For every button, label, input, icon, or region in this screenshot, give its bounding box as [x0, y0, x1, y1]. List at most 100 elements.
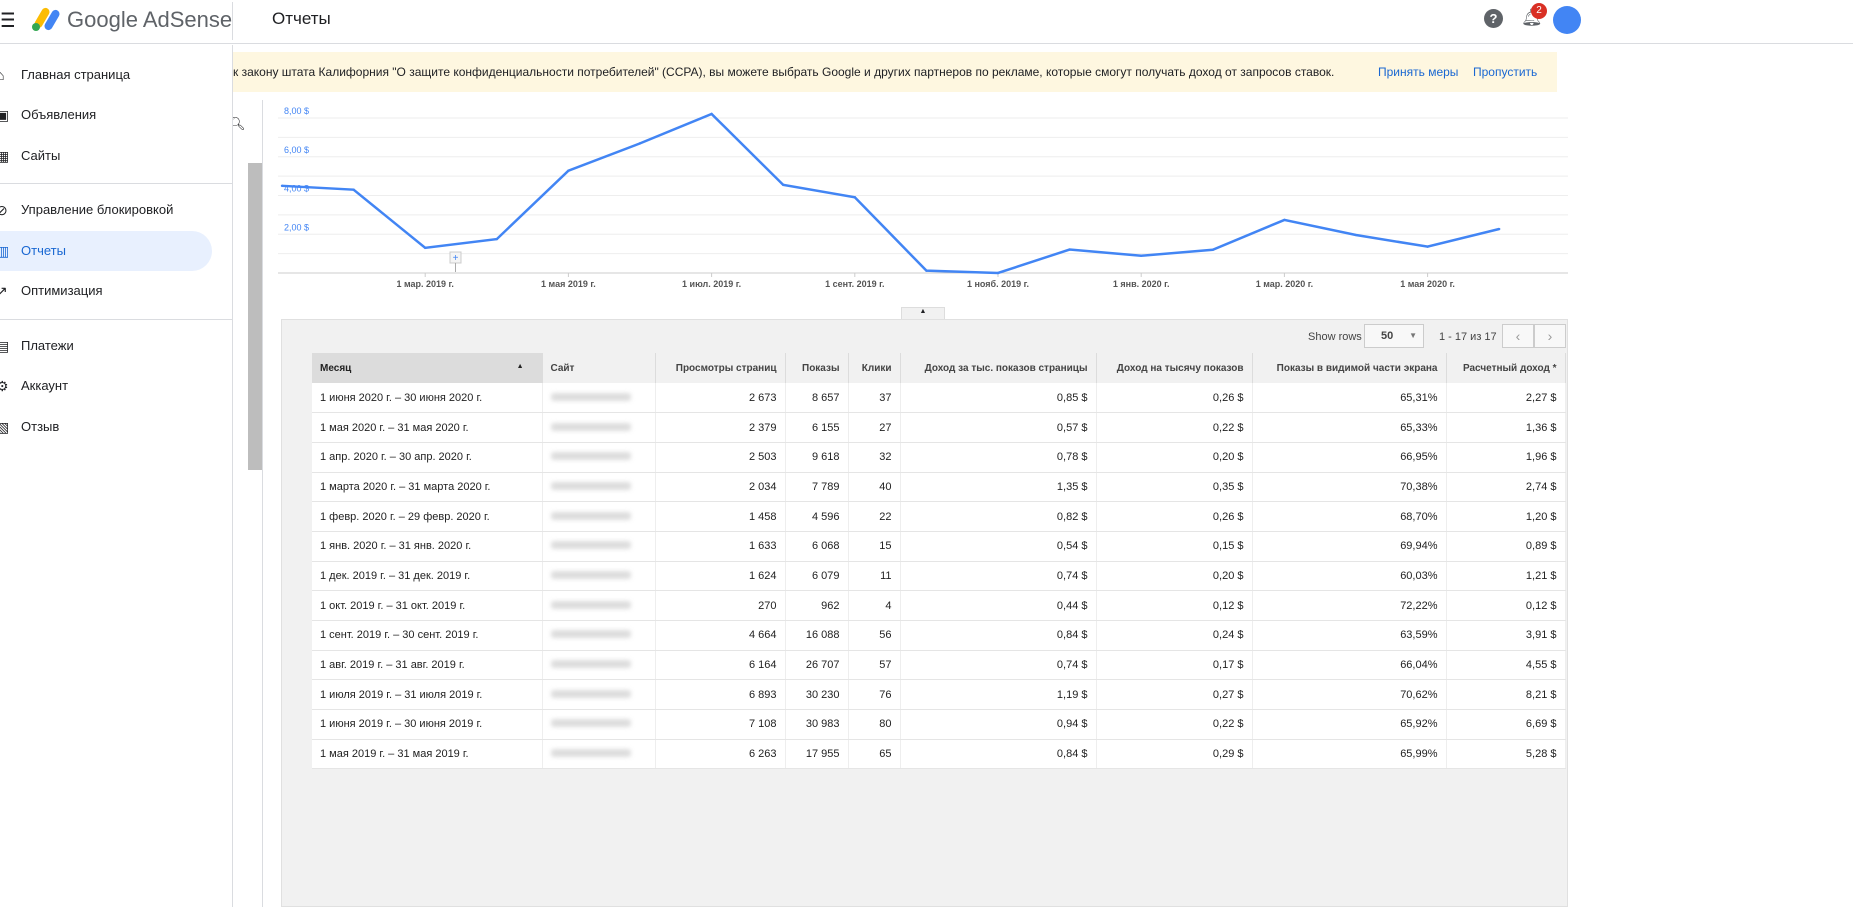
- table-cell: 0,85 $: [900, 383, 1097, 414]
- column-header[interactable]: Доход за тыс. показов страницы: [900, 353, 1097, 383]
- table-cell: 30 983: [785, 709, 849, 740]
- data-point: [1211, 248, 1214, 251]
- page-title: Отчеты: [272, 9, 331, 28]
- sidebar-item-ads[interactable]: ▣ Объявления: [0, 95, 212, 135]
- table-row: 1 февр. 2020 г. – 29 февр. 2020 г. 1 458 4…: [312, 501, 1566, 532]
- show-rows-label: Show rows: [1308, 331, 1362, 343]
- table-cell: 16 088: [785, 620, 849, 651]
- table-cell: 1,36 $: [1446, 412, 1566, 443]
- x-tick-label: 1 нояб. 2019 г.: [967, 279, 1029, 289]
- table-cell: 4 664: [655, 620, 786, 651]
- table-cell: 17 955: [785, 739, 849, 770]
- table-cell: 65: [848, 739, 901, 770]
- table-row: 1 июня 2020 г. – 30 июня 2020 г. 2 673 8 6…: [312, 383, 1566, 414]
- column-header[interactable]: Просмотры страниц: [655, 353, 786, 383]
- table-cell: 6 893: [655, 679, 786, 711]
- site-cell-blurred: [542, 561, 656, 592]
- sidebar-item-account[interactable]: ⚙ Аккаунт: [0, 366, 212, 406]
- data-point: [996, 271, 1000, 275]
- table-cell: 72,22%: [1252, 590, 1447, 621]
- sidebar-item-optimization[interactable]: ↗ Оптимизация: [0, 271, 212, 311]
- data-point: [1140, 254, 1143, 257]
- table-cell: 0,82 $: [900, 501, 1097, 532]
- table-cell: 0,54 $: [900, 531, 1097, 562]
- table-cell: 1 дек. 2019 г. – 31 дек. 2019 г.: [312, 561, 543, 592]
- sidebar-item-payments[interactable]: ▤ Платежи: [0, 326, 212, 366]
- table-cell: 0,22 $: [1096, 709, 1253, 740]
- revenue-line-chart: 2,00 $4,00 $6,00 $8,00 $1 мар. 2019 г. 1 …: [278, 106, 1568, 289]
- table-row: 1 окт. 2019 г. – 31 окт. 2019 г. 270 962 4 0…: [312, 590, 1566, 621]
- y-tick-label: 6,00 $: [284, 145, 309, 155]
- y-tick-label: 8,00 $: [284, 106, 309, 116]
- sidebar-item-reports[interactable]: ▥ Отчеты: [0, 231, 212, 271]
- column-header[interactable]: Клики: [848, 353, 901, 383]
- table-cell: 8,21 $: [1446, 679, 1566, 711]
- avatar[interactable]: [1553, 6, 1581, 34]
- table-cell: 68,70%: [1252, 501, 1447, 532]
- brand-name: Google AdSense: [67, 7, 233, 32]
- table-cell: 7 789: [785, 472, 849, 503]
- y-tick-label: 2,00 $: [284, 222, 309, 232]
- table-cell: 2,27 $: [1446, 383, 1566, 414]
- site-cell-blurred: [542, 472, 656, 503]
- collapse-chart-button[interactable]: ▲: [901, 307, 945, 319]
- next-page-button[interactable]: ›: [1534, 324, 1566, 348]
- table-cell: 0,27 $: [1096, 679, 1253, 711]
- data-point: [925, 269, 928, 272]
- site-cell-blurred: [542, 590, 656, 621]
- table-cell: 1 марта 2020 г. – 31 марта 2020 г.: [312, 472, 543, 503]
- column-header[interactable]: Расчетный доход *: [1446, 353, 1566, 383]
- scrollbar[interactable]: [248, 163, 262, 470]
- table-cell: 65,99%: [1252, 739, 1447, 770]
- divider: [232, 2, 233, 40]
- table-cell: 2 503: [655, 442, 786, 473]
- site-cell-blurred: [542, 739, 656, 770]
- table-cell: 0,26 $: [1096, 383, 1253, 414]
- sidebar: ⌂ Главная страница ▣ Объявления ▦ Сайты ⊘ Уп…: [0, 45, 233, 907]
- column-header[interactable]: Показы: [785, 353, 849, 383]
- table-cell: 1,21 $: [1446, 561, 1566, 592]
- table-cell: 0,74 $: [900, 561, 1097, 592]
- column-header[interactable]: Сайт: [542, 353, 656, 383]
- report-table-panel: Show rows 50 ▼ 1 - 17 из 17 ‹ › Месяц ▲ Сай…: [281, 319, 1568, 907]
- table-cell: 1 июня 2020 г. – 30 июня 2020 г.: [312, 383, 543, 414]
- table-cell: 1 633: [655, 531, 786, 562]
- prev-page-button[interactable]: ‹: [1502, 324, 1534, 348]
- feedback-icon: ▧: [0, 419, 10, 435]
- rows-per-page-select[interactable]: 50 ▼: [1364, 324, 1424, 348]
- help-icon[interactable]: ?: [1484, 9, 1503, 28]
- sidebar-item-sites[interactable]: ▦ Сайты: [0, 136, 212, 176]
- table-cell: 1,19 $: [900, 679, 1097, 711]
- data-point: [782, 183, 785, 187]
- table-cell: 0,78 $: [900, 442, 1097, 473]
- table-cell: 76: [848, 679, 901, 711]
- sidebar-item-blocking[interactable]: ⊘ Управление блокировкой: [0, 190, 212, 230]
- site-cell-blurred: [542, 442, 656, 473]
- sidebar-item-feedback[interactable]: ▧ Отзыв: [0, 407, 212, 447]
- table-row: 1 марта 2020 г. – 31 марта 2020 г. 2 034 7…: [312, 472, 1566, 503]
- table-cell: 1 окт. 2019 г. – 31 окт. 2019 г.: [312, 590, 543, 621]
- skip-link[interactable]: Пропустить: [1473, 52, 1537, 92]
- menu-icon[interactable]: ☰: [0, 8, 14, 33]
- data-point: [280, 184, 284, 188]
- divider: [0, 319, 232, 320]
- take-action-link[interactable]: Принять меры: [1378, 52, 1458, 92]
- x-tick-label: 1 июл. 2019 г.: [682, 279, 741, 289]
- table-cell: 0,29 $: [1096, 739, 1253, 770]
- x-tick-label: 1 мая 2020 г.: [1400, 279, 1455, 289]
- notification-badge: 2: [1531, 3, 1547, 19]
- adsense-logo: [32, 7, 60, 31]
- table-cell: 0,22 $: [1096, 412, 1253, 443]
- sidebar-item-label: Отчеты: [21, 243, 66, 258]
- sidebar-item-home[interactable]: ⌂ Главная страница: [0, 55, 212, 95]
- table-row: 1 апр. 2020 г. – 30 апр. 2020 г. 2 503 9 6…: [312, 442, 1566, 473]
- table-cell: 1 сент. 2019 г. – 30 сент. 2019 г.: [312, 620, 543, 651]
- column-header[interactable]: Доход на тысячу показов: [1096, 353, 1253, 383]
- column-header[interactable]: Месяц ▲: [312, 353, 543, 383]
- table-cell: 1 июля 2019 г. – 31 июля 2019 г.: [312, 679, 543, 711]
- sidebar-item-label: Платежи: [21, 338, 74, 353]
- column-header[interactable]: Показы в видимой части экрана: [1252, 353, 1447, 383]
- divider: [0, 183, 232, 184]
- table-cell: 1 авг. 2019 г. – 31 авг. 2019 г.: [312, 650, 543, 681]
- table-cell: 2 379: [655, 412, 786, 443]
